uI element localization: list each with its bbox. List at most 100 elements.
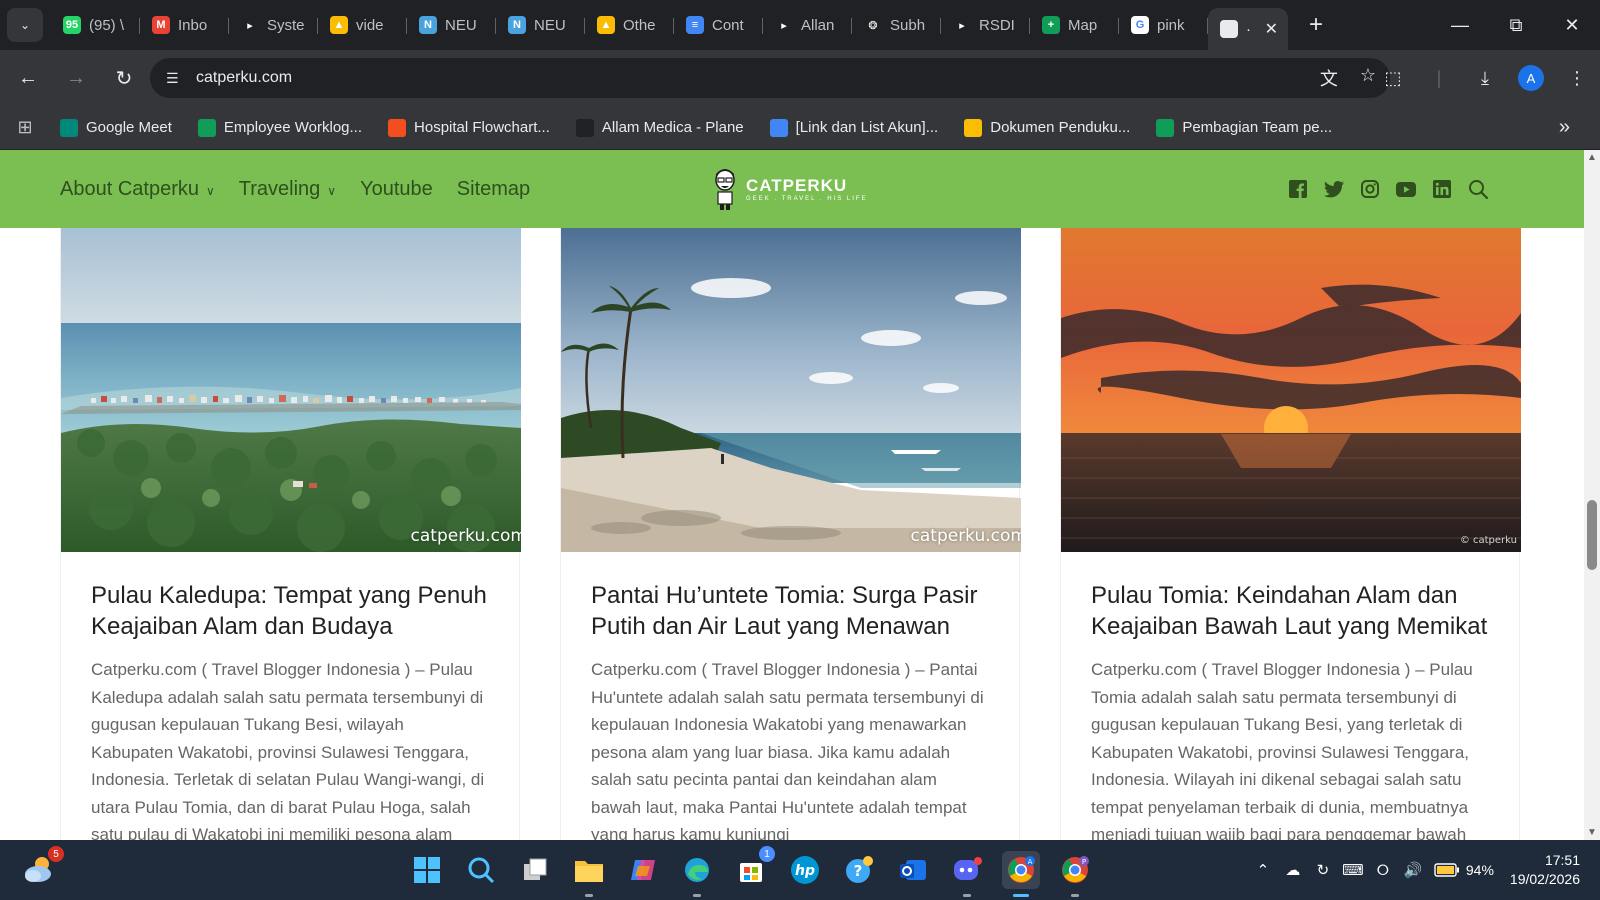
article-card[interactable]: © catperku Pulau Tomia: Keindahan Alam d…	[1060, 228, 1521, 840]
url-text[interactable]: catperku.com	[196, 69, 292, 87]
download-icon[interactable]: ⤓	[1462, 68, 1508, 89]
tab-title: ·	[1246, 20, 1251, 38]
battery-icon[interactable]	[1434, 863, 1460, 877]
tab[interactable]: 95 (95) \	[51, 8, 140, 42]
tab[interactable]: Gpink	[1119, 8, 1208, 42]
bookmark-item[interactable]: Pembagian Team pe...	[1146, 113, 1342, 143]
clickup-icon: ▸	[953, 16, 971, 34]
article-title[interactable]: Pulau Kaledupa: Tempat yang Penuh Keajai…	[61, 552, 519, 642]
docs-icon: ≡	[686, 16, 704, 34]
bookmark-item[interactable]: Google Meet	[50, 113, 182, 143]
google-icon: G	[1131, 16, 1149, 34]
outlook-icon[interactable]	[894, 851, 932, 889]
article-image[interactable]: catperku.com	[61, 228, 521, 552]
window-controls: — ⧉ ✕	[1432, 0, 1600, 50]
volume-icon[interactable]: 🔊	[1398, 861, 1428, 879]
sync-icon[interactable]: ↻	[1308, 861, 1338, 879]
site-logo[interactable]: CATPERKU GEEK . TRAVEL . HIS LIFE	[712, 168, 868, 210]
keyboard-icon[interactable]: ⌨	[1338, 861, 1368, 879]
facebook-icon[interactable]	[1288, 179, 1308, 199]
clock[interactable]: 17:51 19/02/2026	[1510, 851, 1580, 889]
search-icon[interactable]	[1468, 179, 1488, 199]
scroll-down-icon[interactable]: ▼	[1587, 827, 1597, 838]
wifi-icon[interactable]: ⭘	[1368, 862, 1398, 879]
instagram-icon[interactable]	[1360, 179, 1380, 199]
tab[interactable]: ▸ RSDI	[941, 8, 1030, 42]
tab[interactable]: N NEU	[407, 8, 496, 42]
edge-icon[interactable]	[678, 851, 716, 897]
site-nav-label: Traveling	[238, 177, 321, 200]
article-card[interactable]: catperku.com Pantai Hu’untete Tomia: Sur…	[560, 228, 1021, 840]
tab[interactable]: + Map	[1030, 8, 1119, 42]
scrollbar-thumb[interactable]	[1587, 500, 1597, 570]
tab[interactable]: N NEU	[496, 8, 585, 42]
site-header: About Catperku ∨ Traveling ∨ Youtube Sitemap …	[0, 150, 1584, 228]
back-button[interactable]: ←	[8, 58, 48, 98]
site-nav-item[interactable]: About Catperku ∨	[60, 178, 215, 201]
article-card[interactable]: catperku.com Pulau Kaledupa: Tempat yang…	[60, 228, 521, 840]
bookmark-label: [Link dan List Akun]...	[795, 119, 939, 136]
store-icon[interactable]: 1	[732, 846, 775, 889]
chrome-profile-icon[interactable]: P	[1056, 851, 1094, 897]
tab[interactable]: ≡ Cont	[674, 8, 763, 42]
address-bar[interactable]: ☰ catperku.com 文 ☆	[150, 58, 1390, 98]
weather-widget[interactable]: 5	[22, 846, 64, 891]
bookmark-item[interactable]: [Link dan List Akun]...	[760, 113, 949, 143]
tab[interactable]: ▲ vide	[318, 8, 407, 42]
help-icon[interactable]: ?	[840, 851, 878, 889]
close-tab-icon[interactable]: ✕	[1265, 19, 1278, 39]
tab[interactable]: ▸ Syste	[229, 8, 318, 42]
article-title[interactable]: Pantai Hu’untete Tomia: Surga Pasir Puti…	[561, 552, 1019, 642]
article-image[interactable]: catperku.com	[561, 228, 1021, 552]
menu-kebab-icon[interactable]: ⋮	[1554, 68, 1600, 89]
avatar: A	[1518, 65, 1544, 91]
forward-button[interactable]: →	[56, 58, 96, 98]
bookmark-item[interactable]: Allam Medica - Plane	[566, 113, 754, 143]
bookmark-item[interactable]: Dokumen Penduku...	[954, 113, 1140, 143]
logo-wordmark: CATPERKU	[746, 176, 848, 195]
apps-grid-icon[interactable]: ⊞	[0, 117, 50, 138]
hp-icon[interactable]: hp	[786, 851, 824, 889]
page-scrollbar[interactable]: ▲ ▼	[1584, 150, 1600, 840]
tab-search-button[interactable]: ⌄	[7, 8, 43, 42]
task-view-icon[interactable]	[516, 851, 554, 889]
new-tab-button[interactable]: +	[1298, 8, 1334, 42]
onedrive-icon[interactable]: ☁	[1278, 861, 1308, 879]
reload-button[interactable]: ↻	[104, 58, 144, 98]
scroll-up-icon[interactable]: ▲	[1587, 152, 1597, 163]
tab-active[interactable]: · ✕	[1208, 8, 1288, 50]
close-window-button[interactable]: ✕	[1544, 0, 1600, 50]
article-title[interactable]: Pulau Tomia: Keindahan Alam dan Keajaiba…	[1061, 552, 1519, 642]
tab[interactable]: ▲ Othe	[585, 8, 674, 42]
linkedin-icon[interactable]	[1432, 179, 1452, 199]
translate-icon[interactable]: 文	[1320, 65, 1338, 91]
copilot-icon[interactable]	[624, 851, 662, 889]
tab[interactable]: ▸ Allan	[763, 8, 852, 42]
profile-button[interactable]: A	[1508, 65, 1554, 91]
image-watermark: catperku.com	[410, 526, 521, 546]
file-explorer-icon[interactable]	[570, 851, 608, 897]
bookmark-item[interactable]: Employee Worklog...	[188, 113, 372, 143]
twitter-icon[interactable]	[1324, 179, 1344, 199]
minimize-button[interactable]: —	[1432, 0, 1488, 50]
more-bookmarks-icon[interactable]: »	[1559, 116, 1570, 139]
weather-badge: 5	[48, 846, 64, 862]
search-taskbar-icon[interactable]	[462, 851, 500, 889]
meet-icon	[60, 118, 78, 137]
restore-button[interactable]: ⧉	[1488, 0, 1544, 50]
youtube-icon[interactable]	[1396, 179, 1416, 199]
tab[interactable]: M Inbo	[140, 8, 229, 42]
extensions-icon[interactable]: ⬚	[1370, 68, 1416, 89]
site-info-icon[interactable]: ☰	[166, 70, 186, 87]
article-image[interactable]: © catperku	[1061, 228, 1521, 552]
chrome-icon[interactable]: A	[1002, 851, 1040, 897]
start-button[interactable]	[408, 851, 446, 889]
discord-icon[interactable]	[948, 851, 986, 897]
battery-percent: 94%	[1465, 862, 1494, 878]
site-nav-item[interactable]: Traveling ∨	[239, 178, 336, 201]
tab[interactable]: ❂ Subh	[852, 8, 941, 42]
site-nav-item[interactable]: Youtube	[360, 178, 433, 201]
tray-overflow-icon[interactable]: ⌃	[1248, 861, 1278, 879]
bookmark-item[interactable]: Hospital Flowchart...	[378, 113, 560, 143]
site-nav-item[interactable]: Sitemap	[457, 178, 530, 201]
